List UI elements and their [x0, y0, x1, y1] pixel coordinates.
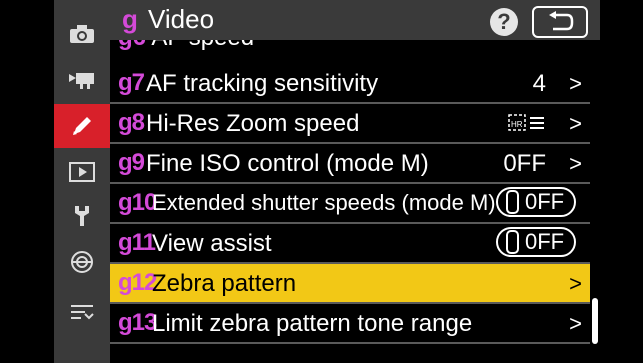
- network-icon: [71, 251, 93, 273]
- item-label: Hi-Res Zoom speed: [146, 110, 360, 137]
- toggle-switch[interactable]: 0FF: [496, 187, 576, 217]
- item-label: View assist: [152, 230, 272, 257]
- help-icon: ?: [497, 9, 511, 34]
- pencil-icon: [73, 117, 91, 135]
- item-code: g12: [118, 269, 157, 296]
- menu-item-limit-zebra-pattern-tone-range[interactable]: g13 Limit zebra pattern tone range >: [110, 304, 590, 344]
- menu-header: g Video ?: [110, 0, 600, 40]
- item-label: Zebra pattern: [152, 270, 297, 297]
- chevron-right-icon: >: [569, 311, 582, 336]
- menu-tab-code: g: [122, 4, 138, 34]
- sidebar-item-setup[interactable]: [54, 194, 110, 238]
- item-code: g7: [118, 69, 145, 96]
- item-value: 4: [532, 70, 546, 97]
- sidebar-item-network[interactable]: [54, 240, 110, 284]
- toggle-state: 0FF: [525, 189, 565, 214]
- playback-icon: [69, 162, 95, 182]
- menu-list: g7 AF tracking sensitivity 4 > g8 Hi-Res…: [110, 40, 590, 363]
- svg-text:HR: HR: [511, 120, 523, 129]
- item-code: g9: [118, 149, 145, 176]
- back-arrow-icon: [549, 11, 574, 31]
- hi-res-zoom-speed-icon: HR: [508, 114, 544, 131]
- item-label: Extended shutter speeds (mode M): [152, 190, 496, 215]
- my-menu-icon: [71, 305, 94, 320]
- help-button[interactable]: ?: [490, 8, 518, 36]
- item-label: Limit zebra pattern tone range: [152, 310, 473, 337]
- scrollbar-thumb[interactable]: [592, 298, 598, 344]
- page-title: Video: [148, 4, 215, 34]
- sidebar-item-custom-settings[interactable]: [54, 104, 110, 148]
- video-camera-icon: [69, 73, 94, 89]
- chevron-right-icon: >: [569, 71, 582, 96]
- toggle-state: 0FF: [525, 229, 565, 254]
- item-code: g11: [118, 229, 156, 256]
- menu-sidebar: [54, 0, 110, 363]
- camera-menu-screen: g Video ? g6 AF speed g7 AF tracking sen…: [0, 0, 643, 363]
- item-code: g8: [118, 109, 145, 136]
- toggle-knob: [506, 230, 519, 254]
- toggle-switch[interactable]: 0FF: [496, 227, 576, 257]
- menu-item-af-tracking-sensitivity[interactable]: g7 AF tracking sensitivity 4 >: [110, 64, 590, 104]
- camera-icon: [70, 25, 94, 43]
- menu-item-hi-res-zoom-speed[interactable]: g8 Hi-Res Zoom speed HR >: [110, 104, 590, 144]
- menu-item-zebra-pattern[interactable]: g12 Zebra pattern >: [110, 264, 590, 304]
- item-value: 0FF: [503, 150, 546, 177]
- chevron-right-icon: >: [569, 271, 582, 296]
- item-label: Fine ISO control (mode M): [146, 150, 429, 177]
- menu-item-fine-iso-control[interactable]: g9 Fine ISO control (mode M) 0FF >: [110, 144, 590, 184]
- wrench-icon: [75, 206, 89, 226]
- menu-item-view-assist[interactable]: g11 View assist 0FF: [110, 224, 590, 264]
- item-code: g10: [118, 189, 157, 216]
- sidebar-item-photo-shooting[interactable]: [54, 12, 110, 56]
- sidebar-item-playback[interactable]: [54, 150, 110, 194]
- toggle-knob: [506, 190, 519, 214]
- chevron-right-icon: >: [569, 151, 582, 176]
- sidebar-item-video-recording[interactable]: [54, 58, 110, 102]
- sidebar-item-my-menu[interactable]: [54, 290, 110, 334]
- chevron-right-icon: >: [569, 111, 582, 136]
- menu-item-extended-shutter-speeds[interactable]: g10 Extended shutter speeds (mode M) 0FF: [110, 184, 590, 224]
- back-button[interactable]: [532, 6, 588, 38]
- item-label: AF tracking sensitivity: [146, 70, 379, 97]
- item-code: g13: [118, 309, 157, 336]
